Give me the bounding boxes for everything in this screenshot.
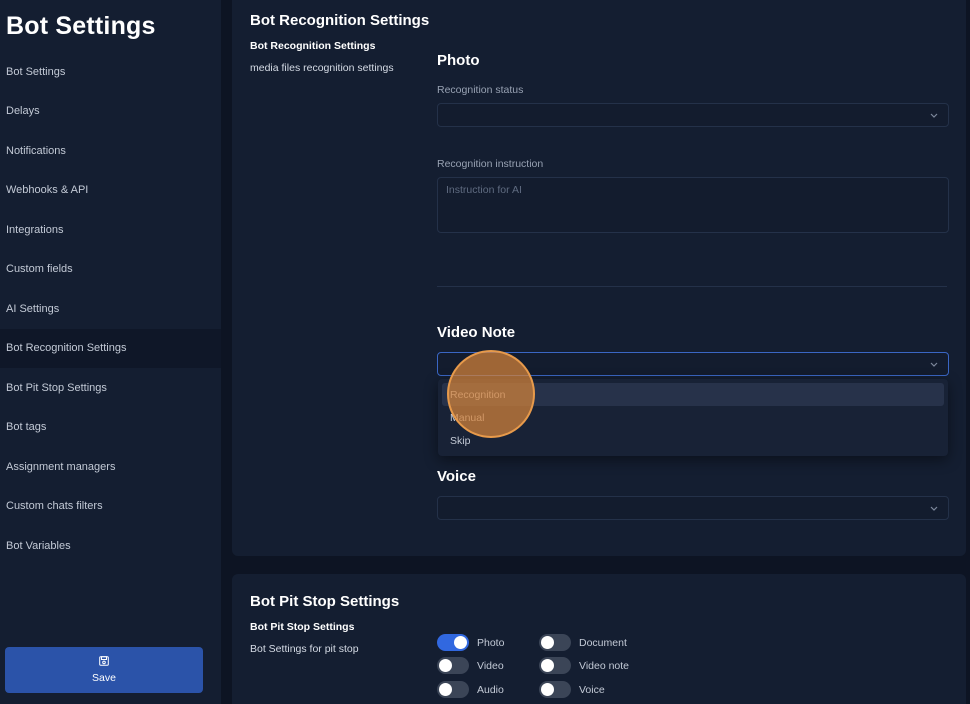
sidebar-item-assignment-managers[interactable]: Assignment managers [0,447,221,487]
card-subtitle: Bot Pit Stop Settings [250,621,355,633]
sidebar-title: Bot Settings [6,12,156,40]
sidebar-item-custom-chats-filters[interactable]: Custom chats filters [0,487,221,527]
toggle-switch[interactable] [437,634,469,651]
save-button[interactable]: Save [5,647,203,693]
toggle-photo[interactable]: Photo [437,634,504,651]
layout-gutter [221,0,232,704]
sidebar: Bot Settings Bot Settings Delays Notific… [0,0,221,704]
recognition-instruction-label: Recognition instruction [437,158,544,170]
sidebar-item-bot-pit-stop-settings[interactable]: Bot Pit Stop Settings [0,368,221,408]
sidebar-item-integrations[interactable]: Integrations [0,210,221,250]
photo-heading: Photo [437,52,480,69]
toggle-label: Audio [477,683,504,696]
toggle-label: Video note [579,659,630,672]
toggle-switch[interactable] [437,657,469,674]
toggle-label: Document [579,636,627,649]
chevron-down-icon [930,506,938,511]
bot-pit-stop-settings-card: Bot Pit Stop Settings Bot Pit Stop Setti… [232,574,966,704]
toggle-video[interactable]: Video [437,657,504,674]
card-description: media files recognition settings [250,62,394,74]
video-note-heading: Video Note [437,324,516,341]
dropdown-option-skip[interactable]: Skip [442,429,944,452]
chevron-down-icon [930,113,938,118]
sidebar-item-bot-variables[interactable]: Bot Variables [0,526,221,566]
toggle-label: Voice [579,683,605,696]
toggle-label: Photo [477,636,505,649]
toggle-audio[interactable]: Audio [437,681,504,698]
card-title: Bot Recognition Settings [250,12,430,29]
sidebar-item-notifications[interactable]: Notifications [0,131,221,171]
sidebar-item-ai-settings[interactable]: AI Settings [0,289,221,329]
voice-select[interactable] [437,496,949,520]
toggle-video-note[interactable]: Video note [539,657,629,674]
dropdown-option-manual[interactable]: Manual [442,406,944,429]
sidebar-item-bot-tags[interactable]: Bot tags [0,408,221,448]
toggle-switch[interactable] [539,634,571,651]
sidebar-item-bot-settings[interactable]: Bot Settings [0,52,221,92]
toggle-voice[interactable]: Voice [539,681,605,698]
bot-recognition-settings-card: Bot Recognition Settings Bot Recognition… [232,0,966,556]
card-description: Bot Settings for pit stop [250,643,359,655]
video-note-dropdown-menu: Recognition Manual Skip [438,379,948,456]
section-divider [437,286,947,287]
sidebar-nav: Bot Settings Delays Notifications Webhoo… [0,52,221,566]
voice-heading: Voice [437,468,476,485]
sidebar-item-webhooks-api[interactable]: Webhooks & API [0,171,221,211]
toggle-switch[interactable] [539,657,571,674]
sidebar-item-bot-recognition-settings[interactable]: Bot Recognition Settings [0,328,221,368]
sidebar-item-custom-fields[interactable]: Custom fields [0,250,221,290]
card-title: Bot Pit Stop Settings [250,593,400,610]
photo-recognition-status-select[interactable] [437,103,949,127]
toggle-switch[interactable] [437,681,469,698]
sidebar-item-delays[interactable]: Delays [0,92,221,132]
chevron-down-icon [930,362,938,367]
toggle-switch[interactable] [539,681,571,698]
toggle-label: Video [477,659,504,672]
card-subtitle: Bot Recognition Settings [250,40,376,52]
video-note-select[interactable] [437,352,949,376]
recognition-instruction-input[interactable]: Instruction for AI [437,177,949,233]
toggle-document[interactable]: Document [539,634,627,651]
recognition-status-label: Recognition status [437,84,524,96]
save-button-label: Save [92,672,116,684]
dropdown-option-recognition[interactable]: Recognition [442,383,944,406]
floppy-disk-icon [99,656,109,666]
